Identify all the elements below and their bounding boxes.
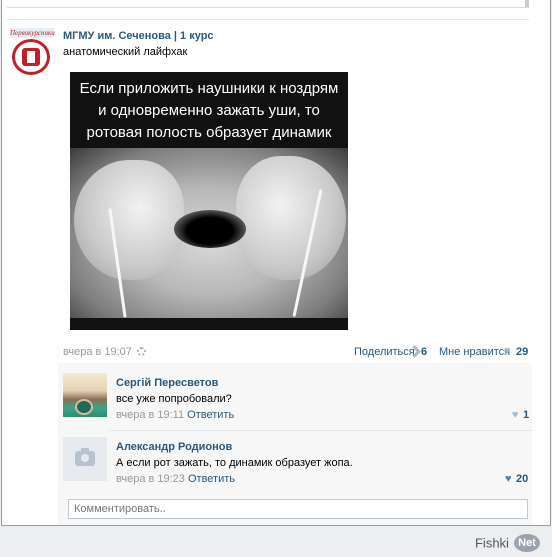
comment-input[interactable]: Комментировать..	[68, 499, 528, 519]
image-caption-line: Если приложить наушники к ноздрям	[79, 80, 339, 97]
gear-icon[interactable]	[136, 347, 146, 356]
photo-right-hand	[236, 156, 346, 280]
comment-author[interactable]: Александр Родионов	[116, 441, 232, 453]
avatar[interactable]	[63, 373, 107, 417]
like-button[interactable]: Мне нравится	[439, 346, 510, 358]
like-count[interactable]: 29	[516, 346, 528, 358]
post-divider	[7, 19, 529, 20]
comment-timestamp[interactable]: вчера в 19:23	[116, 473, 185, 485]
heart-icon[interactable]: ♥	[504, 345, 511, 357]
avatar[interactable]	[63, 437, 107, 481]
comment-like-count[interactable]: 20	[516, 473, 528, 485]
watermark-text: Fishki	[474, 535, 509, 551]
logo-caption: Первокурсники	[10, 28, 55, 38]
comment-like-count[interactable]: 1	[523, 409, 529, 421]
share-count[interactable]: 6	[421, 346, 427, 358]
comment-meta: вчера в 19:23 Ответить	[116, 473, 235, 485]
comment-timestamp[interactable]: вчера в 19:11	[116, 409, 184, 421]
photo-left-hand	[74, 160, 184, 280]
comment-text: А если рот зажать, то динамик образует ж…	[116, 457, 353, 469]
heart-icon[interactable]: ♥	[512, 409, 519, 421]
comment-divider	[110, 430, 532, 431]
comment-text: все уже попробовали?	[116, 393, 232, 405]
comment-meta: вчера в 19:11 Ответить	[116, 409, 234, 421]
group-avatar[interactable]: Первокурсники	[10, 28, 55, 76]
logo-seal-icon	[12, 39, 50, 75]
reply-button[interactable]: Ответить	[187, 409, 234, 421]
reply-button[interactable]: Ответить	[188, 473, 235, 485]
comment-author[interactable]: Сергiй Пересветов	[116, 377, 218, 389]
share-button[interactable]: Поделиться	[354, 346, 415, 358]
heart-icon[interactable]: ♥	[505, 473, 512, 485]
post-meta: вчера в 19:07	[63, 346, 146, 358]
camera-icon	[75, 448, 95, 466]
page-background: Первокурсники МГМУ им. Сеченова | 1 курс…	[0, 0, 552, 557]
image-caption-line: ротовая полость образует динамик	[86, 124, 332, 141]
watermark-badge: Net	[514, 534, 540, 552]
scroll-edge	[525, 0, 529, 7]
post-text: анатомический лайфхак	[63, 46, 188, 58]
post-image[interactable]: Если приложить наушники к ноздрям и одно…	[70, 72, 348, 330]
image-caption: Если приложить наушники к ноздрям и одно…	[70, 72, 348, 148]
photo-mouth	[174, 210, 246, 248]
image-bottom-band	[70, 318, 348, 330]
post-timestamp[interactable]: вчера в 19:07	[63, 346, 132, 358]
image-photo	[70, 148, 348, 318]
image-caption-line: и одновременно зажать уши, то	[98, 102, 320, 119]
group-name-link[interactable]: МГМУ им. Сеченова | 1 курс	[63, 30, 214, 42]
previous-post-footer	[7, 0, 529, 8]
watermark: Fishki Net	[475, 534, 540, 552]
